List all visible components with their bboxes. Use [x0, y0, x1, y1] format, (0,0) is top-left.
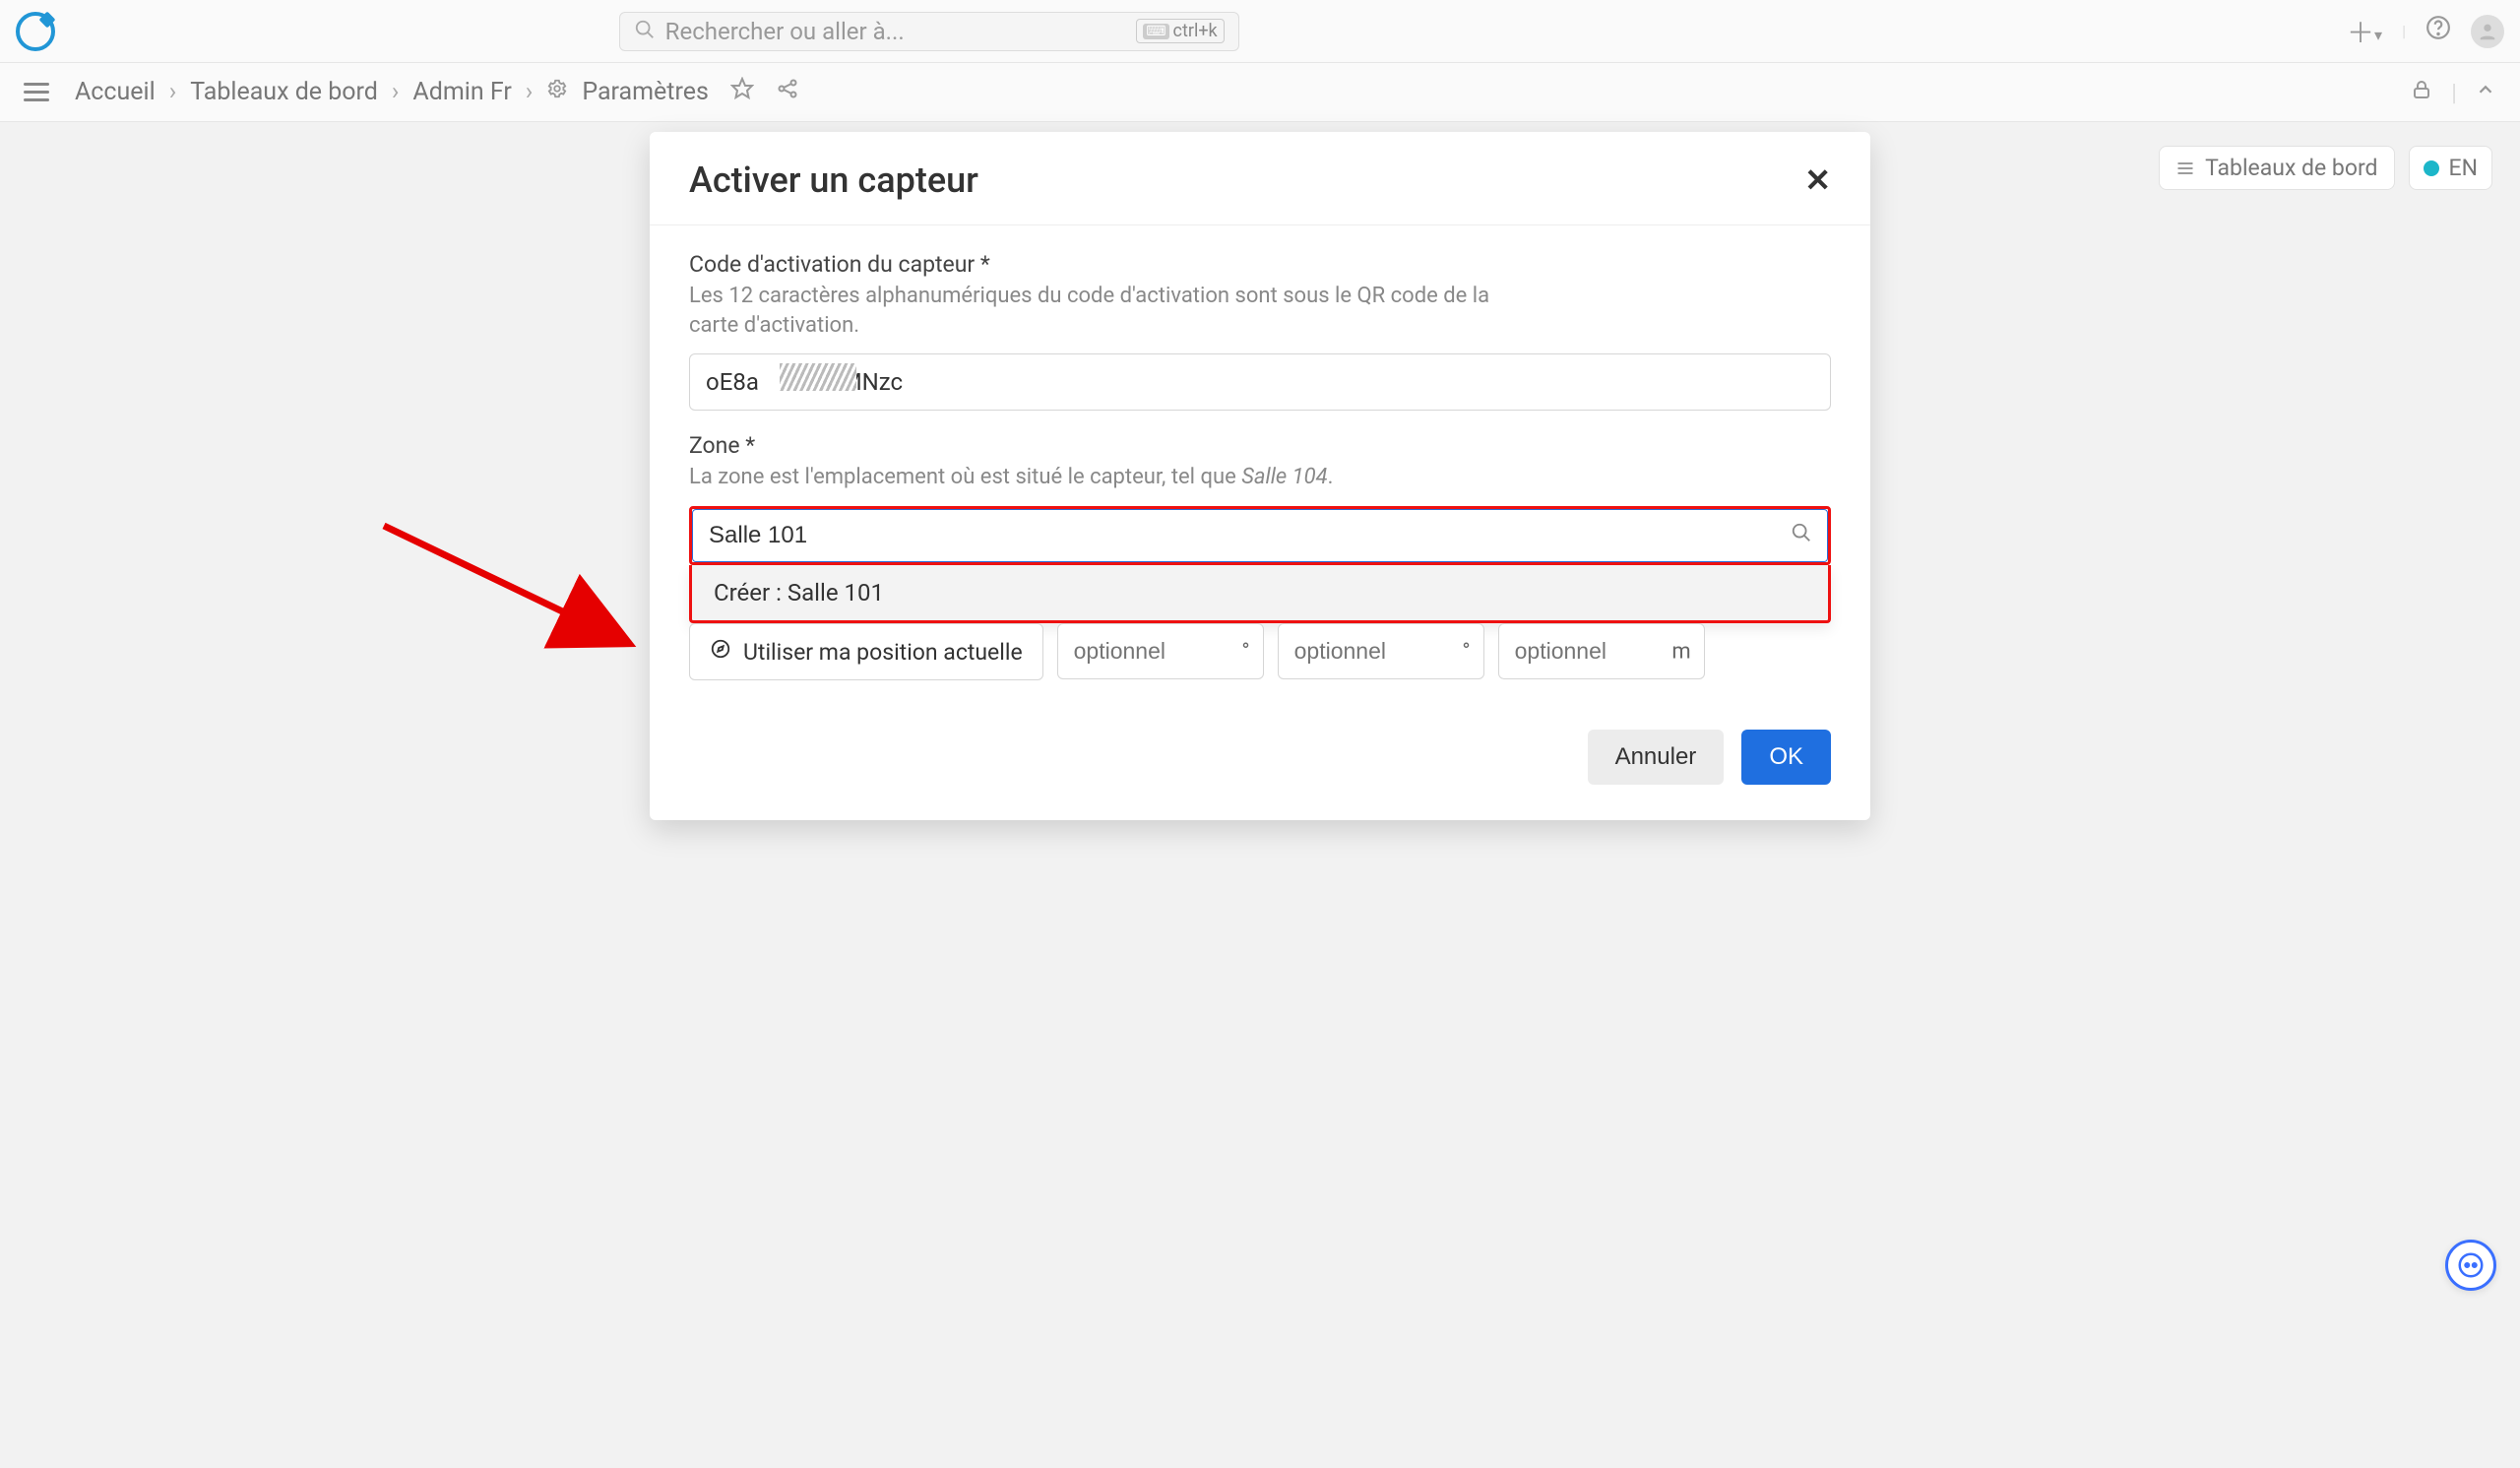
crumb-settings[interactable]: Paramètres — [582, 78, 709, 106]
chat-fab[interactable] — [2445, 1240, 2496, 1291]
search-icon — [1791, 522, 1812, 549]
use-my-location-button[interactable]: Utiliser ma position actuelle — [689, 623, 1043, 680]
language-label: EN — [2449, 155, 2478, 181]
zone-hint: La zone est l'emplacement où est situé l… — [689, 463, 1496, 492]
longitude-unit: ° — [1462, 640, 1470, 665]
search-icon — [634, 19, 656, 44]
chevron-right-icon: › — [169, 78, 177, 106]
crumb-home[interactable]: Accueil — [75, 78, 156, 106]
lock-icon[interactable] — [2410, 78, 2433, 107]
star-icon[interactable] — [730, 77, 754, 107]
page-toolbar: Tableaux de bord EN — [2159, 146, 2492, 190]
help-icon[interactable] — [2426, 15, 2451, 47]
modal-title: Activer un capteur — [689, 160, 978, 201]
redaction-mask — [780, 363, 856, 391]
activate-sensor-modal: Activer un capteur ✕ Code d'activation d… — [650, 132, 1870, 820]
menu-icon[interactable] — [24, 83, 49, 101]
code-label: Code d'activation du capteur * — [689, 251, 1831, 278]
cancel-button[interactable]: Annuler — [1588, 730, 1725, 785]
add-icon[interactable]: ＋▾ — [2347, 12, 2382, 51]
zone-dropdown: Créer : Salle 101 — [689, 565, 1831, 623]
compass-icon — [710, 638, 731, 666]
altitude-unit: m — [1671, 640, 1690, 665]
latitude-input[interactable] — [1057, 623, 1264, 679]
page-body: Tableaux de bord EN Activer un capteur ✕… — [0, 122, 2520, 1468]
search-placeholder: Rechercher ou aller à... — [665, 18, 905, 45]
zone-label: Zone * — [689, 432, 1831, 459]
global-search[interactable]: Rechercher ou aller à... ⌨ ctrl+k — [619, 12, 1239, 51]
ok-button[interactable]: OK — [1741, 730, 1831, 785]
breadcrumb-bar: Accueil › Tableaux de bord › Admin Fr › … — [0, 63, 2520, 122]
search-shortcut: ⌨ ctrl+k — [1136, 19, 1224, 43]
gear-icon — [546, 78, 568, 106]
status-dot-icon — [2424, 160, 2439, 176]
chat-icon — [2456, 1250, 2486, 1280]
zone-input[interactable] — [692, 509, 1828, 562]
dashboards-button[interactable]: Tableaux de bord — [2159, 146, 2394, 190]
close-icon[interactable]: ✕ — [1804, 161, 1831, 199]
app-logo[interactable] — [16, 12, 55, 51]
use-location-label: Utiliser ma position actuelle — [743, 639, 1023, 666]
activation-code-input[interactable]: oE8aMMMMMNzc — [689, 353, 1831, 411]
share-icon[interactable] — [776, 77, 799, 107]
topbar: Rechercher ou aller à... ⌨ ctrl+k ＋▾ | — [0, 0, 2520, 63]
avatar[interactable] — [2471, 15, 2504, 48]
chevron-right-icon: › — [392, 78, 400, 106]
code-hint: Les 12 caractères alphanumériques du cod… — [689, 282, 1496, 340]
latitude-unit: ° — [1241, 640, 1249, 665]
crumb-admin[interactable]: Admin Fr — [412, 78, 511, 106]
chevron-right-icon: › — [526, 78, 534, 106]
annotation-arrow — [374, 516, 650, 683]
keyboard-icon: ⌨ — [1143, 24, 1168, 39]
collapse-icon[interactable] — [2475, 79, 2496, 106]
crumb-dashboards[interactable]: Tableaux de bord — [190, 78, 378, 106]
longitude-input[interactable] — [1278, 623, 1484, 679]
zone-combobox[interactable] — [689, 506, 1831, 565]
topbar-actions: ＋▾ | — [2347, 12, 2504, 51]
zone-create-option[interactable]: Créer : Salle 101 — [692, 565, 1828, 620]
language-toggle[interactable]: EN — [2409, 146, 2492, 190]
dashboards-label: Tableaux de bord — [2205, 155, 2377, 181]
